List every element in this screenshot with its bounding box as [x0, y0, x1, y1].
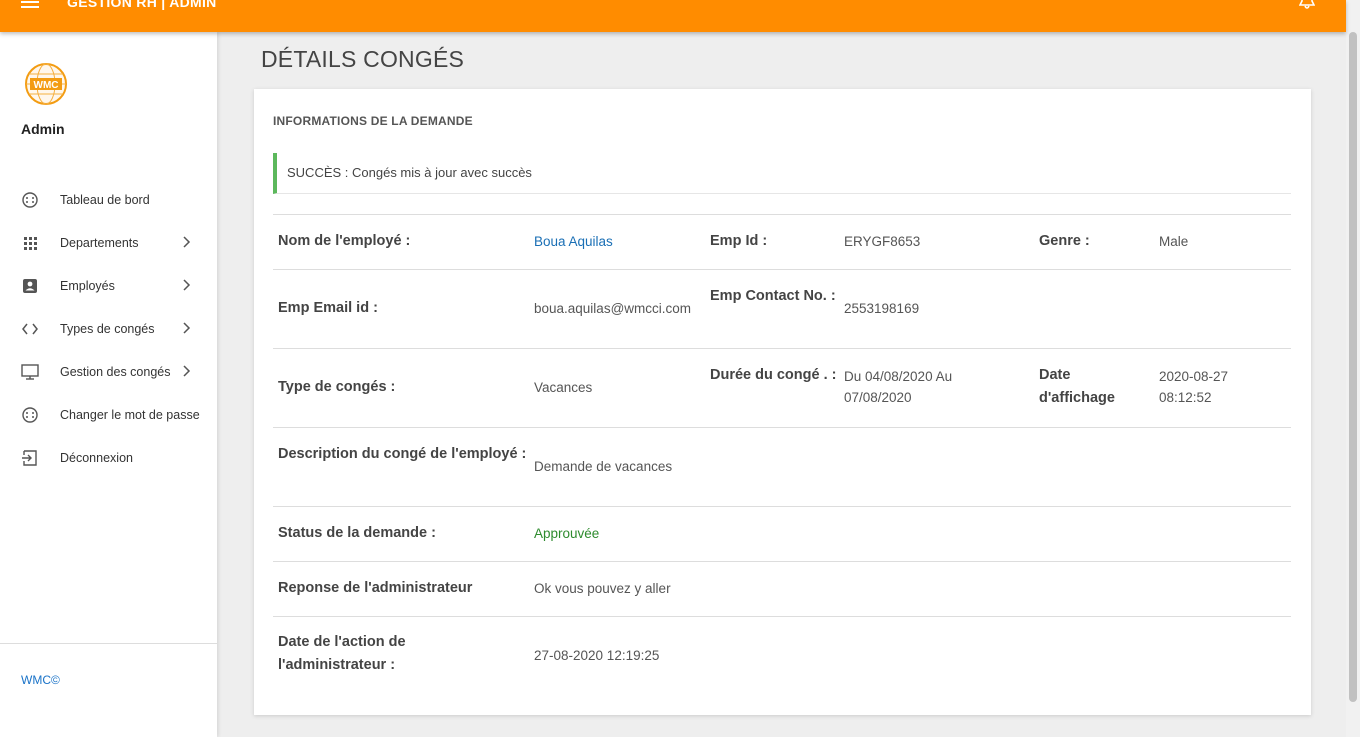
page-title: DÉTAILS CONGÉS: [261, 46, 465, 72]
sidebar-item-label: Tableau de bord: [60, 193, 150, 207]
code-icon: [22, 323, 38, 335]
sidebar-item-label: Gestion des congés: [60, 365, 171, 379]
sidebar-item-deconnexion[interactable]: Déconnexion: [0, 440, 217, 476]
notification-bell-icon[interactable]: [1299, 0, 1315, 10]
menu-icon[interactable]: [21, 0, 39, 10]
status-label: Status de la demande :: [278, 525, 436, 541]
details-row-admin-action-date: Date de l'action de l'administrateur : 2…: [273, 616, 1291, 695]
scrollbar-thumb[interactable]: [1349, 32, 1357, 702]
status-value: Approuvée: [534, 526, 600, 541]
details-row-admin-response: Reponse de l'administrateur Ok vous pouv…: [273, 561, 1291, 616]
sidebar-item-changer-mot-de-passe[interactable]: Changer le mot de passe: [0, 397, 217, 433]
admin-response-value: Ok vous pouvez y aller: [534, 581, 671, 596]
sidebar-item-tableau-de-bord[interactable]: Tableau de bord: [0, 182, 217, 218]
success-alert: SUCCÈS : Congés mis à jour avec succès: [273, 153, 1291, 194]
description-value: Demande de vacances: [534, 459, 673, 474]
chevron-right-icon: [183, 365, 191, 377]
details-row-contact: Emp Email id : boua.aquilas@wmcci.com Em…: [273, 269, 1291, 348]
logout-icon: [22, 450, 37, 466]
details-row-leave: Type de congés : Vacances Durée du congé…: [273, 348, 1291, 427]
details-row-status: Status de la demande : Approuvée: [273, 506, 1291, 561]
sidebar: WMC Admin Tableau de bord Departements E…: [0, 32, 217, 737]
sidebar-item-label: Changer le mot de passe: [60, 408, 200, 422]
duration-label: Durée du congé . :: [710, 367, 837, 383]
vertical-scrollbar[interactable]: [1346, 0, 1360, 737]
description-label: Description du congé de l'employé :: [278, 446, 527, 462]
sidebar-item-label: Departements: [60, 236, 139, 250]
gender-label: Genre :: [1039, 233, 1090, 249]
wmc-logo: WMC: [25, 63, 67, 105]
sidebar-item-gestion-des-conges[interactable]: Gestion des congés: [0, 354, 217, 390]
copyright-text: WMC©: [21, 673, 60, 687]
emp-id-label: Emp Id :: [710, 233, 768, 249]
emp-id-value: ERYGF8653: [844, 234, 921, 249]
sidebar-divider: [0, 643, 217, 644]
id-card-icon: [23, 279, 37, 293]
gender-value: Male: [1159, 234, 1189, 249]
settings-icon: [22, 407, 38, 423]
monitor-icon: [21, 364, 39, 380]
admin-action-date-value: 27-08-2020 12:19:25: [534, 648, 660, 663]
details-row-employee: Nom de l'employé : Boua Aquilas Emp Id :…: [273, 214, 1291, 269]
chevron-right-icon: [183, 236, 191, 248]
sidebar-item-label: Employés: [60, 279, 115, 293]
user-name: Admin: [21, 121, 65, 137]
admin-action-date-label: Date de l'action de l'administrateur :: [278, 634, 406, 673]
grid-icon: [24, 237, 37, 250]
chevron-right-icon: [183, 279, 191, 291]
employee-name-link[interactable]: Boua Aquilas: [534, 231, 613, 252]
alert-message: SUCCÈS : Congés mis à jour avec succès: [287, 165, 532, 180]
sidebar-item-label: Types de congés: [60, 322, 155, 336]
contact-label: Emp Contact No. :: [710, 288, 836, 304]
admin-response-label: Reponse de l'administrateur: [278, 580, 473, 596]
app-title: GESTION RH | ADMIN: [67, 0, 217, 10]
duration-value: Du 04/08/2020 Au 07/08/2020: [844, 369, 953, 405]
posting-date-label: Date d'affichage: [1039, 367, 1115, 406]
leave-type-value: Vacances: [534, 380, 593, 395]
svg-text:WMC: WMC: [34, 80, 59, 91]
employee-name-label: Nom de l'employé :: [278, 233, 411, 249]
sidebar-item-label: Déconnexion: [60, 451, 133, 465]
leave-type-label: Type de congés :: [278, 379, 396, 395]
sidebar-item-employes[interactable]: Employés: [0, 268, 217, 304]
leave-details-card: INFORMATIONS DE LA DEMANDE SUCCÈS : Cong…: [254, 89, 1311, 715]
posting-date-value: 2020-08-27 08:12:52: [1159, 369, 1229, 405]
sidebar-item-types-de-conges[interactable]: Types de congés: [0, 311, 217, 347]
email-value: boua.aquilas@wmcci.com: [534, 301, 692, 316]
card-title: INFORMATIONS DE LA DEMANDE: [273, 114, 473, 128]
dashboard-icon: [22, 192, 38, 208]
top-app-bar: GESTION RH | ADMIN: [0, 0, 1346, 32]
details-row-description: Description du congé de l'employé : Dema…: [273, 427, 1291, 506]
email-label: Emp Email id :: [278, 300, 378, 316]
sidebar-item-departements[interactable]: Departements: [0, 225, 217, 261]
contact-value: 2553198169: [844, 301, 920, 316]
chevron-right-icon: [183, 322, 191, 334]
